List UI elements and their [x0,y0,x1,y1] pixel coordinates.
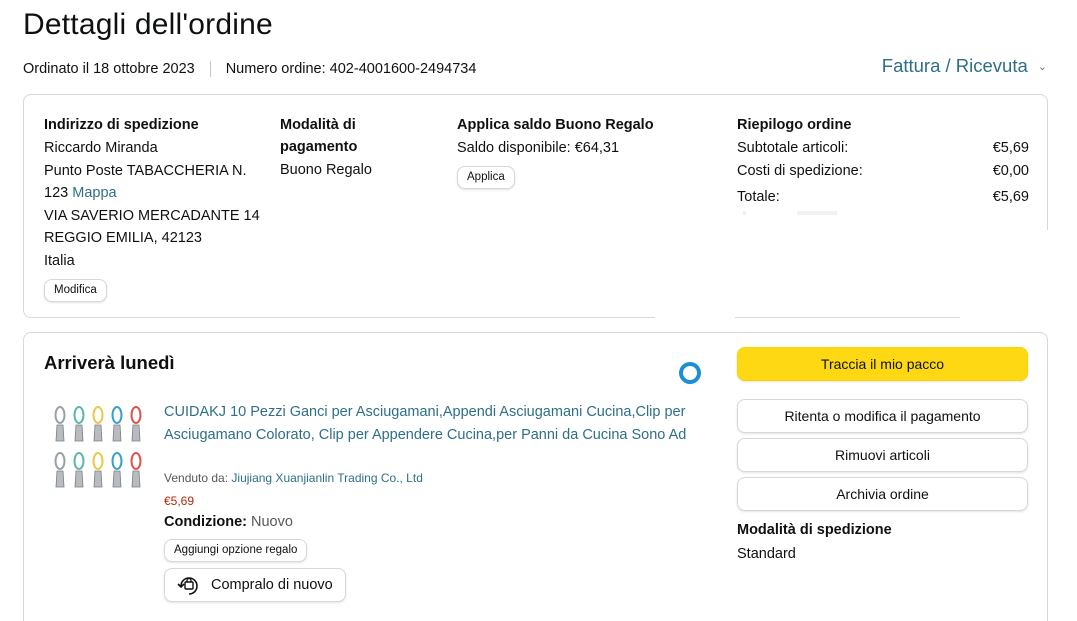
hook-clip [74,424,84,442]
order-summary-section: Riepilogo ordine Subtotale articoli: €5,… [737,114,1029,215]
summary-value: €0,00 [992,162,1029,179]
shipping-mode-heading: Modalità di spedizione [737,522,892,538]
add-gift-option-button[interactable]: Aggiungi opzione regalo [164,539,308,562]
hook-loop [130,452,142,470]
hook-loop [92,406,104,424]
product-price: €5,69 [164,494,195,508]
invoice-dropdown[interactable]: Fattura / Ricevuta ⌄ [882,55,1047,77]
hook-loop [130,406,142,424]
arrival-heading: Arriverà lunedì [44,352,175,373]
image-tear-artifact [960,230,1060,320]
hook-clip [112,424,122,442]
summary-total-label: Totale: [737,189,780,205]
hook-loop [111,452,123,470]
gift-balance-heading: Applica saldo Buono Regalo [457,117,654,133]
hook-clip [93,424,103,442]
condition-value: Nuovo [251,514,293,530]
buy-again-button[interactable]: Compralo di nuovo [164,568,346,602]
summary-smudge [737,210,1029,215]
product-hooks [54,406,142,488]
product-image[interactable] [52,403,148,499]
condition-label: Condizione: [164,514,247,530]
payment-heading-line1: Modalità di [280,117,356,133]
retry-payment-button[interactable]: Ritenta o modifica il pagamento [737,399,1028,433]
address-line2: 123 [44,185,69,201]
hook-loop [54,452,66,470]
shipment-actions: Traccia il mio pacco Ritenta o modifica … [737,347,1028,562]
seller-link[interactable]: Jiujiang Xuanjianlin Trading Co., Ltd [231,471,422,485]
shipping-mode-value: Standard [737,546,796,562]
address-country: Italia [44,252,75,269]
loading-spinner-icon [679,362,701,384]
chevron-down-icon[interactable]: ⌄ [1038,60,1047,73]
address-line2-row: 123 Mappa [44,182,274,205]
gift-balance-section: Applica saldo Buono Regalo Saldo disponi… [457,114,707,189]
order-summary-heading: Riepilogo ordine [737,117,852,133]
summary-row-total: Totale: €5,69 [737,186,1029,209]
summary-row-subtotal: Subtotale articoli: €5,69 [737,137,1029,160]
address-city: REGGIO EMILIA, 42123 [44,230,202,246]
apply-balance-button[interactable]: Applica [457,165,515,189]
summary-value: €5,69 [992,140,1029,156]
hook-clip [112,470,122,488]
hook-clip [93,470,103,488]
buy-again-label[interactable]: Compralo di nuovo [211,577,333,593]
track-package-button[interactable]: Traccia il mio pacco [737,347,1028,381]
hook-clip [55,424,65,442]
summary-total-value: €5,69 [992,189,1029,205]
summary-label: Subtotale articoli: [737,140,849,156]
payment-heading-line2: pagamento [280,139,358,155]
shipment-card: Arriverà lunedì CUIDAKJ 10 Pezzi Ganci p… [23,332,1048,621]
order-info-card: Indirizzo di spedizione Riccardo Miranda… [23,94,1048,318]
page-title: Dettagli dell'ordine [23,8,273,41]
archive-order-button[interactable]: Archivia ordine [737,477,1028,511]
hook-clip [131,424,141,442]
order-number: Numero ordine: 402-4001600-2494734 [225,61,477,77]
edit-address-button[interactable]: Modifica [44,279,107,302]
hook-loop [54,406,66,424]
shipping-address-heading: Indirizzo di spedizione [44,117,199,133]
meta-divider [209,61,211,77]
map-link[interactable]: Mappa [72,185,116,201]
hook-loop [92,452,104,470]
hook-loop [73,452,85,470]
order-date: Ordinato il 18 ottobre 2023 [23,61,195,77]
shipping-address-section: Indirizzo di spedizione Riccardo Miranda… [44,114,274,302]
seller-label: Venduto da: [164,471,229,485]
order-meta: Ordinato il 18 ottobre 2023 Numero ordin… [23,61,476,77]
address-street: VIA SAVERIO MERCADANTE 14 [44,207,260,224]
hook-clip [74,470,84,488]
payment-method-heading: Modalità di pagamento [280,114,440,158]
payment-method-section: Modalità di pagamento Buono Regalo [280,114,440,182]
gift-balance-available: Saldo disponibile: €64,31 [457,140,620,156]
summary-label: Costi di spedizione: [737,162,863,179]
payment-method-value: Buono Regalo [280,162,372,178]
hook-clip [131,470,141,488]
invoice-label[interactable]: Fattura / Ricevuta [882,55,1028,77]
remove-items-button[interactable]: Rimuovi articoli [737,438,1028,472]
hook-loop [111,406,123,424]
hook-loop [73,406,85,424]
product-condition: Condizione: Nuovo [164,514,293,530]
address-line1: Punto Poste TABACCHERIA N. [44,162,247,179]
summary-row-shipping: Costi di spedizione: €0,00 [737,160,1029,183]
seller-info: Venduto da: Jiujiang Xuanjianlin Trading… [164,471,423,485]
recipient-name: Riccardo Miranda [44,140,158,156]
hook-clip [55,470,65,488]
buy-again-icon [177,577,198,595]
product-title-link[interactable]: CUIDAKJ 10 Pezzi Ganci per Asciugamani,A… [164,401,709,446]
